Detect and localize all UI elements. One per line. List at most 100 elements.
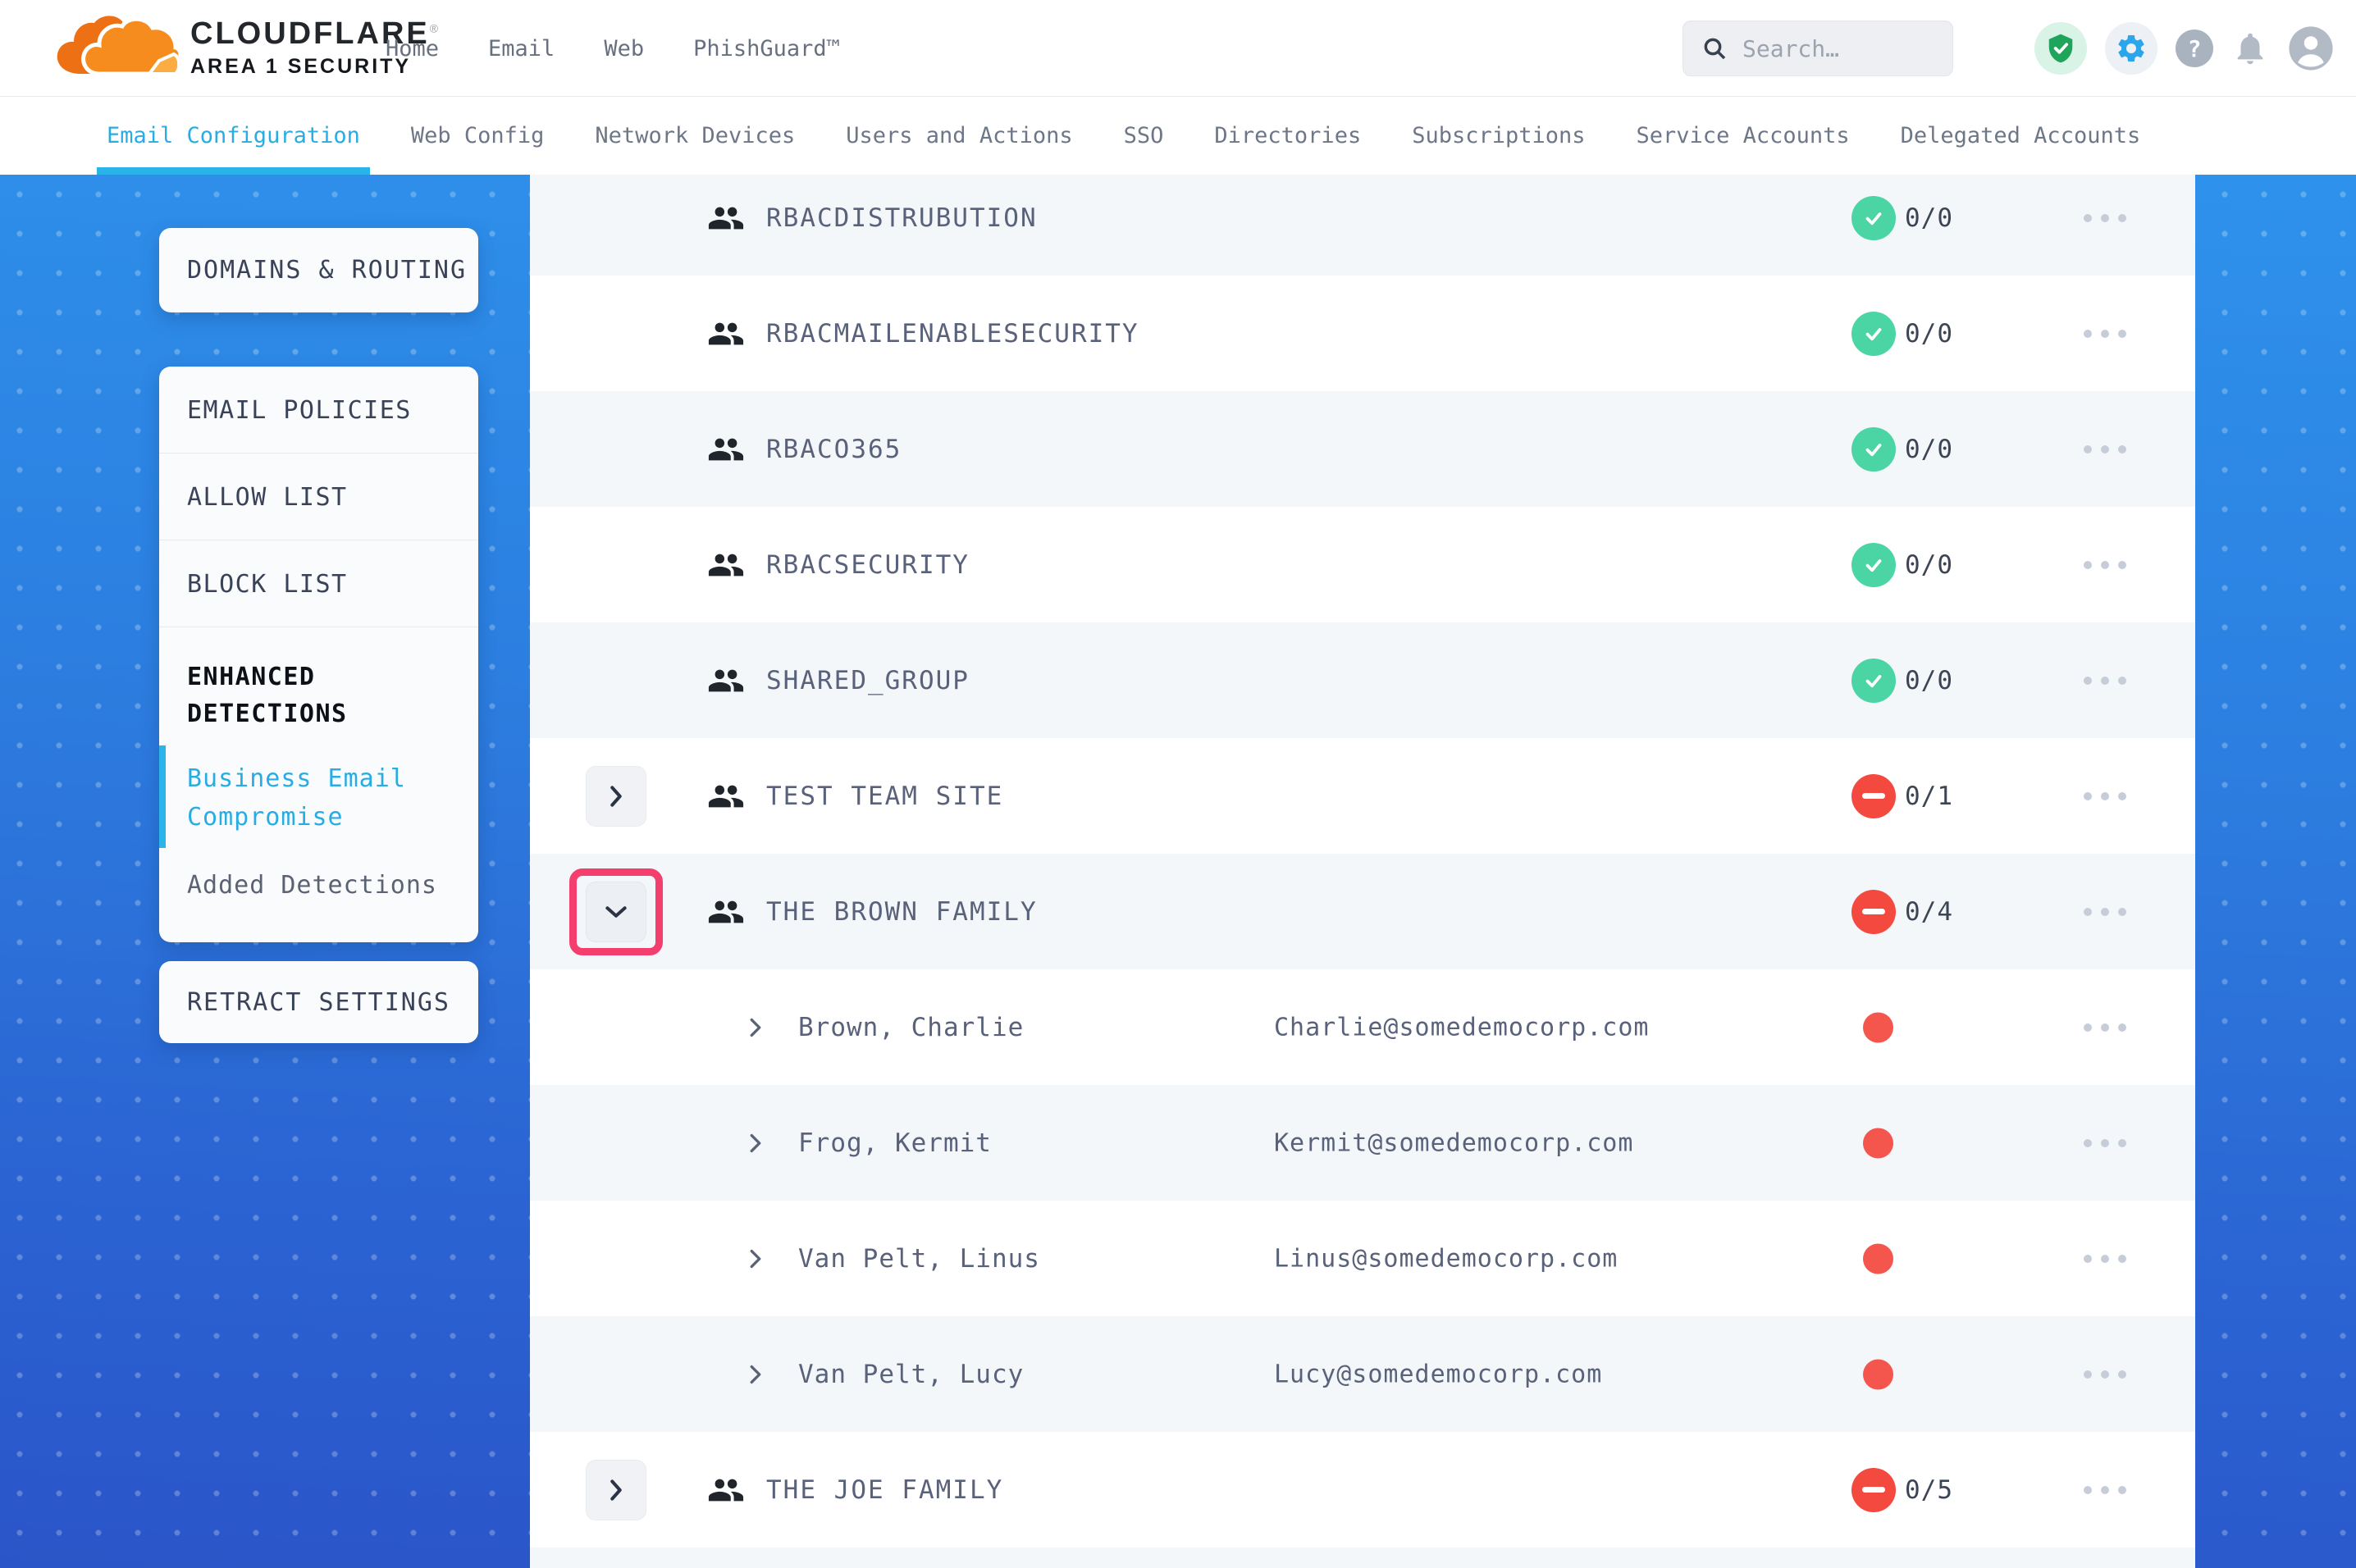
tab-directories[interactable]: Directories (1214, 97, 1361, 175)
collapse-chevron-down-button[interactable] (586, 882, 646, 942)
row-menu-button[interactable] (2075, 1015, 2135, 1040)
cloudflare-cloud-icon (51, 11, 182, 84)
group-people-icon (707, 431, 745, 468)
row-menu-button[interactable] (2075, 1478, 2135, 1502)
table-row-group: THE JOE FAMILY 0/5 (530, 1432, 2195, 1547)
topnav-phishguard[interactable]: PhishGuard™ (693, 36, 840, 62)
group-people-icon (707, 546, 745, 584)
top-navigation: Home Email Web PhishGuard™ (386, 0, 840, 97)
member-email: Charlie@somedemocorp.com (1274, 1013, 1649, 1042)
tab-delegated-accounts[interactable]: Delegated Accounts (1901, 97, 2141, 175)
search-icon (1701, 35, 1728, 62)
status-blocked-dot (1863, 1359, 1893, 1389)
status-blocked-dot (1863, 1012, 1893, 1042)
row-menu-button[interactable] (2075, 784, 2135, 809)
topnav-email[interactable]: Email (488, 36, 555, 62)
group-name: RBACMAILENABLESECURITY (766, 319, 1139, 349)
status-blocked-dot (1863, 1243, 1893, 1274)
member-count: 0/0 (1905, 550, 1953, 580)
group-people-icon (707, 777, 745, 815)
group-people-icon (707, 315, 745, 353)
group-name: RBACSECURITY (766, 550, 970, 580)
row-menu-button[interactable] (2075, 206, 2135, 230)
top-bar: CLOUDFLARE® AREA 1 SECURITY Home Email W… (0, 0, 2356, 97)
help-icon[interactable]: ? (2176, 30, 2213, 67)
member-chevron-right-icon[interactable] (745, 1248, 766, 1269)
member-count: 0/0 (1905, 203, 1953, 233)
tab-users-and-actions[interactable]: Users and Actions (846, 97, 1072, 175)
table-row-member: Brown, Charlie Charlie@somedemocorp.com (530, 969, 2195, 1085)
table-row-partial (530, 1547, 2195, 1568)
member-count: 0/5 (1905, 1475, 1953, 1505)
search-box[interactable] (1683, 21, 1953, 76)
tab-service-accounts[interactable]: Service Accounts (1637, 97, 1850, 175)
table-row-group: RBACDISTRUBUTION 0/0 (530, 175, 2195, 276)
member-email: Lucy@somedemocorp.com (1274, 1360, 1602, 1388)
table-row-member: Frog, Kermit Kermit@somedemocorp.com (530, 1085, 2195, 1201)
row-menu-button[interactable] (2075, 553, 2135, 577)
highlight-box (569, 868, 663, 955)
sidebar-section-enhanced-detections: ENHANCED DETECTIONS (159, 627, 478, 737)
topnav-web[interactable]: Web (604, 36, 644, 62)
sidebar-item-block-list[interactable]: BLOCK LIST (159, 540, 478, 627)
cloudflare-logo: CLOUDFLARE® AREA 1 SECURITY (51, 11, 441, 84)
tab-email-configuration[interactable]: Email Configuration (107, 97, 360, 175)
group-people-icon (707, 199, 745, 237)
search-input[interactable] (1742, 35, 1934, 62)
table-row-member: Van Pelt, Lucy Lucy@somedemocorp.com (530, 1316, 2195, 1432)
member-email: Linus@somedemocorp.com (1274, 1244, 1618, 1273)
expand-chevron-right-button[interactable] (586, 1460, 646, 1520)
page-body: DOMAINS & ROUTING EMAIL POLICIES ALLOW L… (0, 175, 2356, 1568)
member-name: Van Pelt, Linus (798, 1244, 1040, 1274)
row-menu-button[interactable] (2075, 321, 2135, 346)
member-count: 0/0 (1905, 319, 1953, 349)
row-menu-button[interactable] (2075, 668, 2135, 693)
row-menu-button[interactable] (2075, 1362, 2135, 1387)
table-row-group: RBACO365 0/0 (530, 391, 2195, 507)
row-menu-button[interactable] (2075, 1131, 2135, 1155)
sidebar-item-retract-settings[interactable]: RETRACT SETTINGS (159, 961, 478, 1043)
group-name: RBACDISTRUBUTION (766, 203, 1038, 233)
expand-chevron-right-button[interactable] (586, 766, 646, 827)
member-name: Frog, Kermit (798, 1128, 992, 1158)
group-name: THE JOE FAMILY (766, 1475, 1003, 1505)
row-menu-button[interactable] (2075, 437, 2135, 462)
member-count: 0/4 (1905, 897, 1953, 927)
notifications-bell-icon[interactable] (2231, 30, 2269, 67)
sidebar-item-added-detections[interactable]: Added Detections (159, 856, 478, 921)
status-pass-icon (1851, 312, 1896, 356)
group-name: SHARED_GROUP (766, 666, 970, 695)
user-avatar-icon[interactable] (2287, 25, 2335, 72)
sidebar-item-email-policies[interactable]: EMAIL POLICIES (159, 367, 478, 454)
member-chevron-right-icon[interactable] (745, 1017, 766, 1038)
row-menu-button[interactable] (2075, 1247, 2135, 1271)
member-chevron-right-icon[interactable] (745, 1364, 766, 1385)
row-menu-button[interactable] (2075, 900, 2135, 924)
sidebar-item-domains-routing[interactable]: DOMAINS & ROUTING (159, 228, 478, 312)
member-name: Brown, Charlie (798, 1013, 1024, 1042)
shield-check-icon[interactable] (2034, 22, 2087, 75)
tab-network-devices[interactable]: Network Devices (595, 97, 795, 175)
domains-routing-label: DOMAINS & ROUTING (159, 256, 467, 285)
table-row-group: RBACMAILENABLESECURITY 0/0 (530, 276, 2195, 391)
retract-settings-label: RETRACT SETTINGS (159, 988, 450, 1017)
tab-subscriptions[interactable]: Subscriptions (1412, 97, 1585, 175)
business-email-compromise-label: Business Email Compromise (187, 764, 406, 832)
active-item-indicator (159, 745, 166, 848)
table-row-member: Van Pelt, Linus Linus@somedemocorp.com (530, 1201, 2195, 1316)
group-name: THE BROWN FAMILY (766, 897, 1038, 927)
table-row-group: SHARED_GROUP 0/0 (530, 622, 2195, 738)
group-people-icon (707, 1471, 745, 1509)
sidebar-item-business-email-compromise[interactable]: Business Email Compromise (159, 737, 478, 856)
member-email: Kermit@somedemocorp.com (1274, 1128, 1633, 1157)
settings-gear-icon[interactable] (2105, 22, 2157, 75)
status-blocked-dot (1863, 1128, 1893, 1158)
group-name: RBACO365 (766, 435, 902, 464)
tab-sso[interactable]: SSO (1124, 97, 1164, 175)
sidebar-item-allow-list[interactable]: ALLOW LIST (159, 454, 478, 540)
member-name: Van Pelt, Lucy (798, 1360, 1024, 1389)
member-chevron-right-icon[interactable] (745, 1133, 766, 1154)
topnav-home[interactable]: Home (386, 36, 439, 62)
tab-web-config[interactable]: Web Config (411, 97, 545, 175)
group-people-icon (707, 662, 745, 700)
